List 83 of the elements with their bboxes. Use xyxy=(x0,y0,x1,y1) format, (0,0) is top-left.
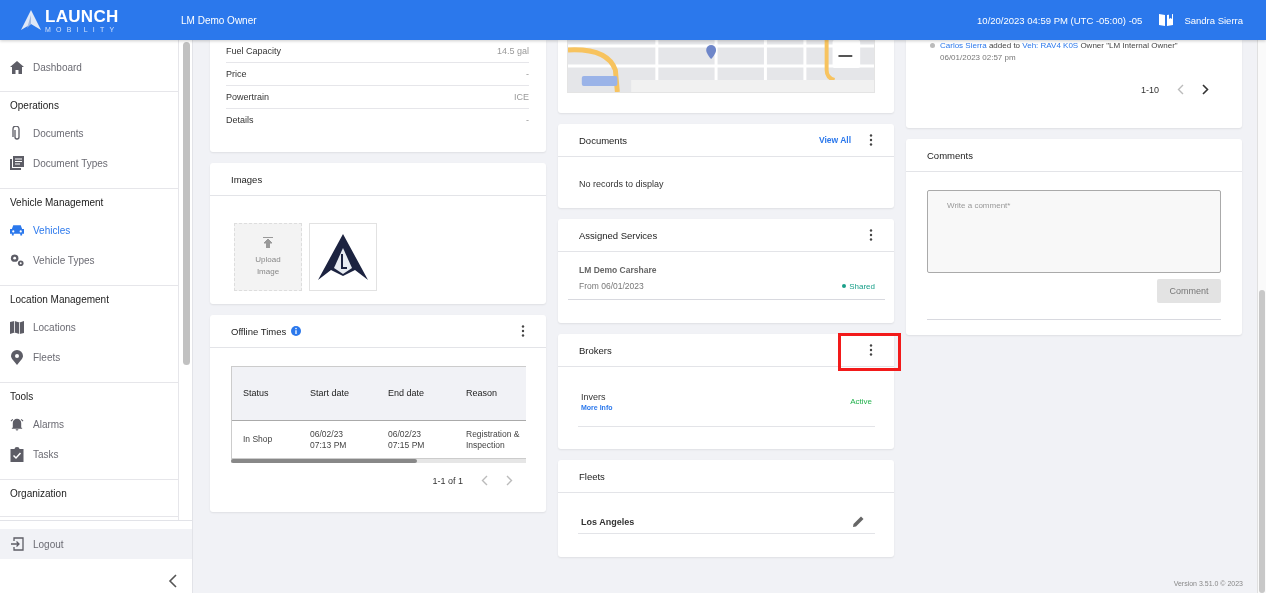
nav-item[interactable]: Vehicles xyxy=(0,215,178,245)
card-title: Comments xyxy=(927,149,973,161)
nav-item[interactable]: Locations xyxy=(0,312,178,342)
status-label: Shared xyxy=(842,281,875,291)
gears-icon xyxy=(10,253,24,267)
upload-icon xyxy=(263,237,273,249)
logo-icon xyxy=(318,234,368,280)
more-options-icon[interactable] xyxy=(869,134,873,146)
scrollbar-thumb[interactable] xyxy=(183,42,190,365)
service-date: From 06/01/2023 xyxy=(579,281,644,291)
user-link[interactable]: Carlos Sierra xyxy=(940,41,987,50)
next-page-icon[interactable] xyxy=(1202,84,1209,95)
spec-label: Details xyxy=(226,115,254,125)
logout-icon xyxy=(10,537,24,551)
card-title: Documents xyxy=(579,134,628,146)
pagination-range: 1-1 of 1 xyxy=(432,475,463,486)
nav-item[interactable]: Fleets xyxy=(0,342,178,372)
spec-value: - xyxy=(526,115,529,125)
nav-item[interactable]: Document Types xyxy=(0,148,178,178)
location-pin-icon xyxy=(10,349,24,365)
more-options-icon[interactable] xyxy=(869,344,873,356)
section-title: Operations xyxy=(9,99,60,113)
spec-label: Powertrain xyxy=(226,92,270,102)
scrollbar-thumb[interactable] xyxy=(1259,290,1265,593)
card-title: Assigned Services xyxy=(579,229,658,241)
account-name: LM Demo Owner xyxy=(181,14,257,26)
card-title: Images xyxy=(231,173,263,185)
logo-icon xyxy=(20,9,42,31)
vehicle-link[interactable]: Veh: RAV4 K0S xyxy=(1022,41,1079,50)
spec-label: Fuel Capacity xyxy=(226,46,282,56)
upload-image-button[interactable]: Upload Image xyxy=(234,223,302,291)
more-options-icon[interactable] xyxy=(521,325,525,337)
car-icon xyxy=(10,224,24,236)
book-icon[interactable] xyxy=(1158,13,1175,27)
nav-item[interactable]: Vehicle Types xyxy=(0,245,178,275)
more-options-icon[interactable] xyxy=(869,229,873,241)
activity-text: Carlos Sierra added to Veh: RAV4 K0S Owner "LM Internal Owner" xyxy=(940,41,1178,51)
section-title: Location Management xyxy=(9,293,110,307)
brand-name: LAUNCH xyxy=(45,7,120,25)
spec-value: - xyxy=(526,69,529,79)
date-time: 10/20/2023 04:59 PM (UTC -05:00) -05 xyxy=(977,14,1143,26)
empty-message: No records to display xyxy=(578,178,665,189)
nav-item[interactable]: Documents xyxy=(0,118,178,148)
table-cell-text: Registration & Inspection xyxy=(465,428,521,451)
status-label: Active xyxy=(850,397,872,406)
scrollbar-thumb[interactable] xyxy=(231,459,417,463)
table-cell-text: In Shop xyxy=(242,434,274,445)
documents-icon xyxy=(10,156,24,170)
card-title: Fleets xyxy=(579,470,605,482)
card-title: Brokers xyxy=(579,344,612,356)
collapse-chevron-icon[interactable] xyxy=(168,574,177,588)
map-icon xyxy=(10,320,24,334)
column-header: Reason xyxy=(465,387,499,400)
image-thumbnail[interactable] xyxy=(309,223,377,291)
spec-value: ICE xyxy=(514,92,529,102)
column-header: Status xyxy=(242,387,270,400)
edit-icon[interactable] xyxy=(853,516,864,527)
spec-label: Price xyxy=(226,69,247,79)
comment-field[interactable]: Write a comment* xyxy=(927,190,1221,273)
pagination-range: 1-10 xyxy=(1141,84,1159,95)
broker-name: Invers xyxy=(581,392,607,402)
home-icon xyxy=(10,60,24,74)
activity-time: 06/01/2023 02:57 pm xyxy=(940,53,1016,62)
nav-item[interactable]: Dashboard xyxy=(0,52,178,82)
section-title: Vehicle Management xyxy=(9,196,105,210)
nav-item[interactable]: Alarms xyxy=(0,409,178,439)
user-name[interactable]: Sandra Sierra xyxy=(1184,14,1243,26)
table-cell-text: 06/02/23 07:15 PM xyxy=(387,428,426,451)
info-icon[interactable] xyxy=(291,326,302,336)
section-title: Organization xyxy=(9,487,68,501)
column-header: End date xyxy=(387,387,426,400)
card-title: Offline Times xyxy=(231,325,287,337)
section-title: Tools xyxy=(9,390,35,404)
fleet-name: Los Angeles xyxy=(581,516,635,527)
nav-item[interactable]: Tasks xyxy=(0,439,178,469)
bell-icon xyxy=(10,417,24,431)
clipboard-check-icon xyxy=(10,446,24,462)
service-name: LM Demo Carshare xyxy=(579,265,658,275)
column-header: Start date xyxy=(309,387,351,400)
table-cell-text: 06/02/23 07:13 PM xyxy=(309,428,348,451)
view-all-link[interactable]: View All xyxy=(818,135,851,145)
spec-value: 14.5 gal xyxy=(496,46,529,56)
logout-item[interactable]: Logout xyxy=(0,529,192,559)
